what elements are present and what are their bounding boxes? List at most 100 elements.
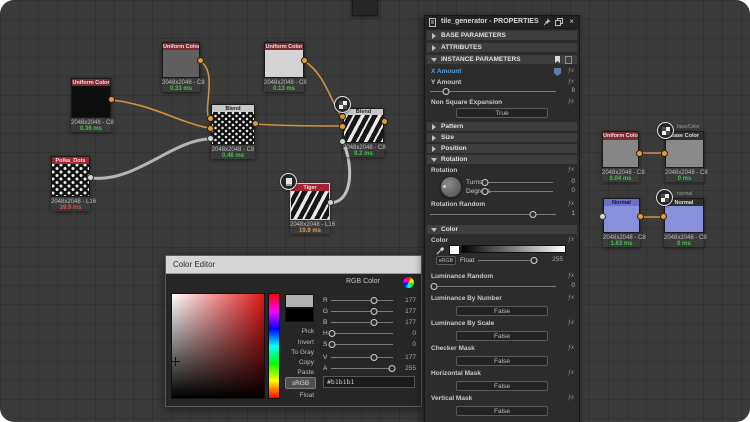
output-dot[interactable]: [327, 199, 334, 206]
srgb-mode-button[interactable]: sRGB: [285, 377, 316, 389]
node-blend-a[interactable]: Blend 2048x2048 - C8 0.46 ms: [211, 104, 255, 159]
section-position[interactable]: Position: [427, 144, 577, 153]
degrees-slider[interactable]: [483, 187, 553, 195]
bookmark-icon[interactable]: [554, 56, 561, 64]
saturation-value-picker[interactable]: [171, 293, 265, 399]
function-icon[interactable]: ƒx: [568, 295, 574, 301]
input-dot[interactable]: [599, 213, 606, 220]
output-usage-badge[interactable]: [657, 122, 674, 139]
node-uniform-color-a[interactable]: Uniform Color 2048x2048 - C8 0.36 ms: [71, 78, 111, 132]
output-usage-badge[interactable]: [656, 189, 673, 206]
function-icon[interactable]: ƒx: [568, 167, 574, 173]
output-dot[interactable]: [87, 174, 94, 181]
section-instance-parameters[interactable]: INSTANCE PARAMETERS: [427, 55, 577, 64]
function-icon[interactable]: ƒx: [568, 99, 574, 105]
output-dot[interactable]: [381, 118, 388, 125]
channel-slider-r[interactable]: [331, 296, 393, 304]
graph-instance-badge[interactable]: [280, 173, 297, 190]
horizontal-mask-button[interactable]: False: [456, 381, 548, 391]
luminance-random-slider[interactable]: [430, 282, 556, 290]
channel-slider-v[interactable]: [331, 353, 393, 361]
node-uniform-color-d[interactable]: Uniform Color 2048x2048 - C8 0.04 ms: [602, 131, 639, 182]
exposed-shield-icon[interactable]: [554, 68, 561, 76]
float-mode-button[interactable]: Float: [280, 392, 314, 399]
node-graph-canvas[interactable]: Uniform Color 2048x2048 - C8 0.36 ms Uni…: [0, 0, 750, 422]
properties-titlebar[interactable]: tile_generator - PROPERTIES ×: [425, 16, 579, 29]
color-value-swatch[interactable]: [449, 245, 460, 255]
paste-button[interactable]: Paste: [280, 369, 314, 376]
input-dot-foreground[interactable]: [207, 115, 214, 122]
node-blend-b[interactable]: Blend 2048x2048 - C8 0.2 ms: [343, 108, 384, 157]
input-dot[interactable]: [660, 213, 667, 220]
node-normal[interactable]: Normal 2048x2048 - C8 1.63 ms: [603, 198, 640, 247]
param-x-amount[interactable]: X Amount: [431, 68, 461, 75]
color-wheel-icon[interactable]: [402, 276, 415, 289]
function-icon[interactable]: ƒx: [568, 68, 574, 74]
y-amount-slider[interactable]: [430, 87, 556, 95]
rotation-dial[interactable]: [440, 176, 462, 198]
blend-mode-badge[interactable]: [334, 96, 351, 113]
checker-mask-button[interactable]: False: [456, 356, 548, 366]
input-dot-opacity[interactable]: [339, 138, 346, 145]
section-pattern[interactable]: Pattern: [427, 122, 577, 131]
function-icon[interactable]: ƒx: [568, 201, 574, 207]
node-uniform-color-b[interactable]: Uniform Color 2048x2048 - C8 0.33 ms: [162, 42, 200, 92]
function-icon[interactable]: ƒx: [568, 320, 574, 326]
function-icon[interactable]: ƒx: [568, 79, 574, 85]
srgb-button[interactable]: sRGB: [436, 256, 456, 265]
color-editor-titlebar[interactable]: Color Editor: [166, 256, 421, 274]
to-gray-button[interactable]: To Gray: [280, 349, 314, 356]
channel-slider-a[interactable]: [331, 364, 393, 372]
function-icon[interactable]: ƒx: [568, 395, 574, 401]
eyedropper-icon[interactable]: [436, 245, 446, 255]
node-base-color-output[interactable]: Base Color 2048x2048 - C8 0 ms: [665, 131, 704, 182]
input-dot-background[interactable]: [339, 123, 346, 130]
pick-button[interactable]: Pick: [280, 328, 314, 335]
function-icon[interactable]: ƒx: [568, 273, 574, 279]
non-square-toggle-button[interactable]: True: [456, 108, 548, 118]
rotation-random-slider[interactable]: [430, 210, 556, 218]
section-base-parameters[interactable]: BASE PARAMETERS: [427, 31, 577, 40]
vertical-mask-button[interactable]: False: [456, 406, 548, 416]
color-editor-window[interactable]: Color Editor RGB Color Pick Invert To Gr…: [165, 255, 422, 407]
preset-icon[interactable]: [565, 56, 572, 64]
color-float-slider[interactable]: [478, 256, 538, 264]
color-gradient-bar[interactable]: [461, 245, 566, 253]
input-dot-foreground[interactable]: [339, 113, 346, 120]
section-rotation[interactable]: Rotation: [427, 155, 577, 164]
node-polka-dots[interactable]: Polka_Dots 2048x2048 - L16 39.9 ms: [51, 156, 90, 211]
dock-icon[interactable]: [555, 18, 563, 26]
clipped-node[interactable]: [352, 0, 378, 16]
channel-slider-b[interactable]: [331, 318, 393, 326]
output-dot[interactable]: [197, 57, 204, 64]
output-dot[interactable]: [637, 213, 644, 220]
function-icon[interactable]: ƒx: [568, 345, 574, 351]
output-dot[interactable]: [301, 57, 308, 64]
section-color[interactable]: Color: [427, 225, 577, 234]
node-uniform-color-c[interactable]: Uniform Color 2048x2048 - C8 0.13 ms: [264, 42, 304, 92]
function-icon[interactable]: ƒx: [568, 370, 574, 376]
node-normal-output[interactable]: Normal 2048x2048 - C8 0 ms: [664, 198, 704, 247]
input-dot-background[interactable]: [207, 125, 214, 132]
output-dot[interactable]: [636, 150, 643, 157]
channel-slider-s[interactable]: [331, 340, 393, 348]
channel-slider-h[interactable]: [331, 329, 393, 337]
output-dot[interactable]: [252, 120, 259, 127]
input-dot-opacity[interactable]: [207, 135, 214, 142]
luminance-by-number-button[interactable]: False: [456, 306, 548, 316]
pin-icon[interactable]: [543, 18, 551, 26]
copy-button[interactable]: Copy: [280, 359, 314, 366]
section-size[interactable]: Size: [427, 133, 577, 142]
node-tiger[interactable]: Tiger 2048x2048 - L16 19.9 ms: [290, 183, 330, 234]
luminance-by-scale-button[interactable]: False: [456, 331, 548, 341]
channel-slider-g[interactable]: [331, 307, 393, 315]
input-dot[interactable]: [661, 150, 668, 157]
picker-crosshair[interactable]: [171, 357, 180, 366]
hex-color-input[interactable]: #b1b1b1: [323, 376, 415, 388]
invert-button[interactable]: Invert: [280, 339, 314, 346]
turns-slider[interactable]: [483, 178, 553, 186]
properties-panel[interactable]: tile_generator - PROPERTIES × BASE PARAM…: [424, 15, 580, 422]
hue-strip[interactable]: [268, 293, 280, 399]
function-icon[interactable]: ƒx: [568, 237, 574, 243]
section-attributes[interactable]: ATTRIBUTES: [427, 43, 577, 52]
